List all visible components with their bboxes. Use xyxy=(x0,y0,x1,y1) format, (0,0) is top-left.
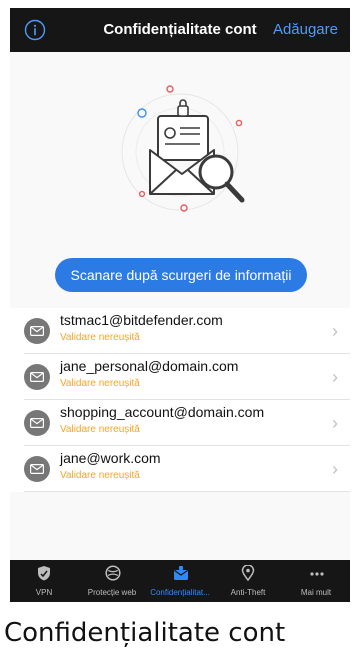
location-pin-icon xyxy=(241,565,255,581)
account-email: shopping_account@domain.com xyxy=(60,404,265,420)
more-icon xyxy=(310,572,324,576)
chevron-right-icon: › xyxy=(332,459,338,479)
account-list: tstmac1@bitdefender.com Validare nereuși… xyxy=(10,308,350,492)
chevron-right-icon: › xyxy=(332,413,338,433)
account-privacy-icon xyxy=(174,566,188,580)
validation-status: Validare nereușită xyxy=(60,378,140,389)
tab-label: Anti-Theft xyxy=(230,588,266,597)
tab-vpn[interactable]: VPN xyxy=(10,560,78,602)
add-button[interactable]: Adăugare xyxy=(273,21,338,38)
account-email: jane@work.com xyxy=(60,450,161,466)
chevron-right-icon: › xyxy=(332,321,338,341)
tab-web-protection[interactable]: Protecție web xyxy=(78,560,146,602)
data-breach-illustration xyxy=(121,85,245,212)
mail-avatar-icon xyxy=(24,410,50,436)
shield-icon xyxy=(38,566,50,581)
phone-screen: Confidențialitate cont Adăugare Scanare … xyxy=(10,8,350,602)
hero-section: Scanare după scurgeri de informații xyxy=(10,52,350,308)
tab-label: VPN xyxy=(35,588,53,597)
tab-account-privacy[interactable]: Confidențialitat... xyxy=(146,560,214,602)
validation-status: Validare nereușită xyxy=(60,332,140,343)
validation-status: Validare nereușită xyxy=(60,470,140,481)
scan-leaks-button[interactable]: Scanare după scurgeri de informații xyxy=(55,258,307,292)
list-item[interactable]: jane@work.com Validare nereușită › xyxy=(24,446,350,492)
nav-bar: Confidențialitate cont Adăugare xyxy=(10,8,350,52)
web-protection-icon xyxy=(105,565,121,581)
account-email: tstmac1@bitdefender.com xyxy=(60,312,223,328)
tab-label: Protecție web xyxy=(87,588,137,597)
mail-avatar-icon xyxy=(24,456,50,482)
chevron-right-icon: › xyxy=(332,367,338,387)
tab-label: Mai mult xyxy=(300,588,332,597)
mail-avatar-icon xyxy=(24,364,50,390)
tab-anti-theft[interactable]: Anti-Theft xyxy=(214,560,282,602)
tab-label: Confidențialitat... xyxy=(150,588,210,597)
list-item[interactable]: tstmac1@bitdefender.com Validare nereuși… xyxy=(24,308,350,354)
list-item[interactable]: shopping_account@domain.com Validare ner… xyxy=(24,400,350,446)
mail-avatar-icon xyxy=(24,318,50,344)
tab-bar: VPN Protecție web Confidențialitat... An… xyxy=(10,560,350,602)
list-item[interactable]: jane_personal@domain.com Validare nereuș… xyxy=(24,354,350,400)
tab-more[interactable]: Mai mult xyxy=(282,560,350,602)
account-email: jane_personal@domain.com xyxy=(60,358,239,374)
validation-status: Validare nereușită xyxy=(60,424,140,435)
screen-caption: Confidențialitate cont xyxy=(4,618,286,648)
